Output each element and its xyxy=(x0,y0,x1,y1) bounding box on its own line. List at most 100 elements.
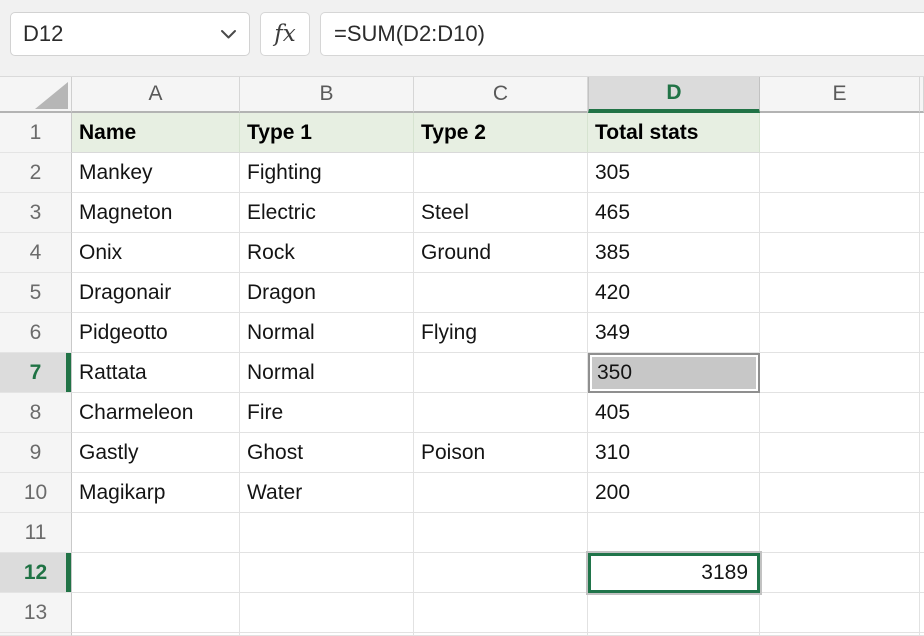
sheet-row-11: 11 xyxy=(0,513,924,553)
cell-D12-active[interactable]: 3189 xyxy=(588,553,760,593)
select-all-triangle-icon xyxy=(35,82,68,109)
cell-C3[interactable]: Steel xyxy=(414,193,588,233)
row-header-8[interactable]: 8 xyxy=(0,393,72,433)
cell-A2[interactable]: Mankey xyxy=(72,153,240,193)
cell-A12[interactable] xyxy=(72,553,240,593)
row-header-5[interactable]: 5 xyxy=(0,273,72,313)
cell-C10[interactable] xyxy=(414,473,588,513)
cell-B8[interactable]: Fire xyxy=(240,393,414,433)
cell-B10[interactable]: Water xyxy=(240,473,414,513)
cell-B6[interactable]: Normal xyxy=(240,313,414,353)
cell-C7[interactable] xyxy=(414,353,588,393)
cell-C1[interactable]: Type 2 xyxy=(414,113,588,153)
cell-C6[interactable]: Flying xyxy=(414,313,588,353)
row-header-9[interactable]: 9 xyxy=(0,433,72,473)
cell-C8[interactable] xyxy=(414,393,588,433)
row-header-11[interactable]: 11 xyxy=(0,513,72,553)
formula-bar[interactable]: =SUM(D2:D10) xyxy=(320,12,924,56)
cell-A9[interactable]: Gastly xyxy=(72,433,240,473)
cell-A10[interactable]: Magikarp xyxy=(72,473,240,513)
row-header-1[interactable]: 1 xyxy=(0,113,72,153)
cell-C12[interactable] xyxy=(414,553,588,593)
column-header-A[interactable]: A xyxy=(72,77,240,113)
cell-E12[interactable] xyxy=(760,553,920,593)
cell-D6[interactable]: 349 xyxy=(588,313,760,353)
cell-B3[interactable]: Electric xyxy=(240,193,414,233)
name-box[interactable]: D12 xyxy=(10,12,250,56)
cell-E11[interactable] xyxy=(760,513,920,553)
row-header-7[interactable]: 7 xyxy=(0,353,72,393)
cell-E1[interactable] xyxy=(760,113,920,153)
cell-F4 xyxy=(920,233,924,273)
cell-F10 xyxy=(920,473,924,513)
cell-B5[interactable]: Dragon xyxy=(240,273,414,313)
fx-icon[interactable]: fx xyxy=(260,12,310,56)
cell-F7 xyxy=(920,353,924,393)
cell-D3[interactable]: 465 xyxy=(588,193,760,233)
cell-D8[interactable]: 405 xyxy=(588,393,760,433)
cell-D1[interactable]: Total stats xyxy=(588,113,760,153)
cell-A1[interactable]: Name xyxy=(72,113,240,153)
cell-C11[interactable] xyxy=(414,513,588,553)
cell-A7[interactable]: Rattata xyxy=(72,353,240,393)
cell-A13[interactable] xyxy=(72,593,240,633)
sheet-row-10: 10 Magikarp Water 200 xyxy=(0,473,924,513)
cell-E8[interactable] xyxy=(760,393,920,433)
cell-B13[interactable] xyxy=(240,593,414,633)
cell-D11[interactable] xyxy=(588,513,760,553)
cell-C2[interactable] xyxy=(414,153,588,193)
cell-B9[interactable]: Ghost xyxy=(240,433,414,473)
cell-A8[interactable]: Charmeleon xyxy=(72,393,240,433)
cell-B4[interactable]: Rock xyxy=(240,233,414,273)
cell-A5[interactable]: Dragonair xyxy=(72,273,240,313)
select-all-corner[interactable] xyxy=(0,77,72,113)
cell-E6[interactable] xyxy=(760,313,920,353)
row-header-12[interactable]: 12 xyxy=(0,553,72,593)
cell-D4[interactable]: 385 xyxy=(588,233,760,273)
cell-A6[interactable]: Pidgeotto xyxy=(72,313,240,353)
cell-D2[interactable]: 305 xyxy=(588,153,760,193)
cell-E4[interactable] xyxy=(760,233,920,273)
cell-D7-selected[interactable]: 350 xyxy=(588,353,760,393)
column-header-overflow xyxy=(920,77,924,113)
cell-B7[interactable]: Normal xyxy=(240,353,414,393)
cell-E5[interactable] xyxy=(760,273,920,313)
cell-D5[interactable]: 420 xyxy=(588,273,760,313)
cell-E13[interactable] xyxy=(760,593,920,633)
cell-C5[interactable] xyxy=(414,273,588,313)
column-header-B[interactable]: B xyxy=(240,77,414,113)
cell-E7[interactable] xyxy=(760,353,920,393)
row-header-2[interactable]: 2 xyxy=(0,153,72,193)
cell-E9[interactable] xyxy=(760,433,920,473)
row-header-10[interactable]: 10 xyxy=(0,473,72,513)
cell-F11 xyxy=(920,513,924,553)
spreadsheet-grid: A B C D E 1 Name Type 1 Type 2 Total sta… xyxy=(0,76,924,636)
cell-C9[interactable]: Poison xyxy=(414,433,588,473)
cell-E3[interactable] xyxy=(760,193,920,233)
cell-C4[interactable]: Ground xyxy=(414,233,588,273)
row-header-6[interactable]: 6 xyxy=(0,313,72,353)
row-header-3[interactable]: 3 xyxy=(0,193,72,233)
chevron-down-icon[interactable] xyxy=(220,29,237,40)
cell-B2[interactable]: Fighting xyxy=(240,153,414,193)
cell-E2[interactable] xyxy=(760,153,920,193)
cell-D13[interactable] xyxy=(588,593,760,633)
cell-B12[interactable] xyxy=(240,553,414,593)
column-header-C[interactable]: C xyxy=(414,77,588,113)
cell-A11[interactable] xyxy=(72,513,240,553)
name-box-value: D12 xyxy=(23,21,63,47)
cell-D9[interactable]: 310 xyxy=(588,433,760,473)
cell-F13 xyxy=(920,593,924,633)
column-header-D[interactable]: D xyxy=(588,77,760,113)
row-header-4[interactable]: 4 xyxy=(0,233,72,273)
sheet-row-2: 2 Mankey Fighting 305 xyxy=(0,153,924,193)
cell-A3[interactable]: Magneton xyxy=(72,193,240,233)
cell-B1[interactable]: Type 1 xyxy=(240,113,414,153)
column-header-E[interactable]: E xyxy=(760,77,920,113)
cell-B11[interactable] xyxy=(240,513,414,553)
cell-E10[interactable] xyxy=(760,473,920,513)
cell-C13[interactable] xyxy=(414,593,588,633)
cell-D10[interactable]: 200 xyxy=(588,473,760,513)
row-header-13[interactable]: 13 xyxy=(0,593,72,633)
cell-A4[interactable]: Onix xyxy=(72,233,240,273)
